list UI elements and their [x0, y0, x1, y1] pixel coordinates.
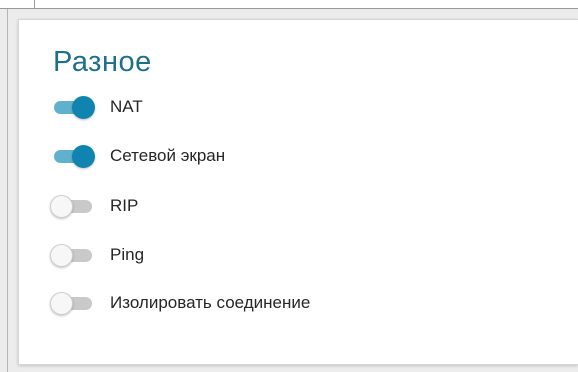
- misc-settings-card: Разное NAT Сетевой экран RIP Ping Изолир…: [18, 19, 578, 365]
- toggle-knob: [50, 195, 73, 218]
- toggle-knob: [50, 244, 73, 267]
- ping-toggle-switch[interactable]: [50, 242, 96, 268]
- firewall-toggle-row[interactable]: Сетевой экран: [50, 141, 450, 171]
- column-divider: [34, 0, 35, 8]
- rip-toggle-row[interactable]: RIP: [50, 191, 450, 221]
- toggle-knob: [72, 145, 95, 168]
- ping-label: Ping: [110, 245, 145, 264]
- rip-toggle-switch[interactable]: [50, 193, 96, 219]
- frame-border: [7, 9, 8, 372]
- isolate-connection-label: Изолировать соединение: [110, 293, 311, 312]
- isolate-connection-toggle-switch[interactable]: [50, 290, 96, 316]
- rip-label: RIP: [110, 196, 139, 215]
- section-title: Разное: [53, 46, 152, 78]
- nat-label: NAT: [110, 97, 143, 116]
- isolate-connection-toggle-row[interactable]: Изолировать соединение: [50, 288, 450, 318]
- ping-toggle-row[interactable]: Ping: [50, 240, 450, 270]
- top-strip: [0, 0, 578, 9]
- nat-toggle-row[interactable]: NAT: [50, 92, 450, 122]
- toggle-knob: [50, 292, 73, 315]
- toggle-knob: [72, 96, 95, 119]
- firewall-toggle-switch[interactable]: [50, 143, 96, 169]
- nat-toggle-switch[interactable]: [50, 94, 96, 120]
- firewall-label: Сетевой экран: [110, 146, 226, 165]
